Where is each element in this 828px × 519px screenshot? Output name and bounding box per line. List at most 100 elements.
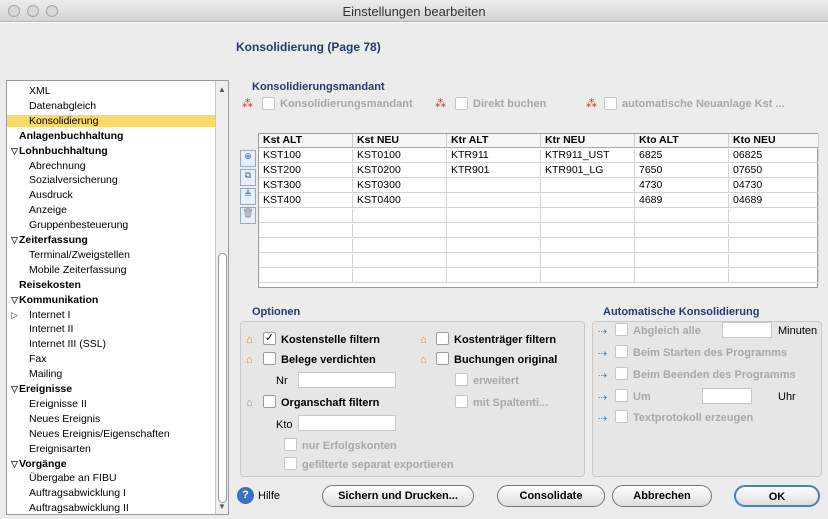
minuten-input[interactable] [722,322,772,338]
disclosure-triangle-icon[interactable]: ▽ [11,234,18,246]
table-cell[interactable] [259,224,353,238]
table-cell[interactable]: KST0100 [353,149,447,163]
organschaft-checkbox[interactable] [263,395,276,408]
table-cell[interactable]: KTR911 [447,149,541,163]
kto-input[interactable] [298,415,396,431]
table-cell[interactable] [541,254,635,268]
help-label[interactable]: Hilfe [258,490,280,502]
sidebar-item-15[interactable]: ▷ Internet I [7,309,216,321]
table-cell[interactable]: 4689 [635,194,729,208]
sidebar-item-4[interactable]: ▽ Lohnbuchhaltung [7,145,216,157]
column-header[interactable]: Kst NEU [353,134,447,148]
table-cell[interactable] [353,239,447,253]
neuanlage-kst-checkbox[interactable] [604,97,617,110]
table-cell[interactable]: KTR911_UST [541,149,635,163]
table-cell[interactable] [353,224,447,238]
sidebar-item-13[interactable]: Reisekosten [7,279,216,291]
table-cell[interactable] [259,209,353,223]
table-cell[interactable]: KST0200 [353,164,447,178]
sidebar-item-27[interactable]: Auftragsabwicklung I [7,487,216,499]
scroll-thumb[interactable] [218,253,227,503]
sidebar-item-1[interactable]: Datenabgleich [7,100,216,112]
table-cell[interactable] [447,224,541,238]
table-cell[interactable] [729,224,819,238]
sidebar-item-3[interactable]: Anlagenbuchhaltung [7,130,216,142]
table-cell[interactable]: KST100 [259,149,353,163]
table-cell[interactable] [541,269,635,283]
table-cell[interactable] [635,224,729,238]
table-cell[interactable]: KST200 [259,164,353,178]
spaltentitel-checkbox[interactable] [455,395,468,408]
help-icon[interactable]: ? [237,487,254,504]
sidebar-scrollbar[interactable]: ▲ ▼ [215,81,228,514]
table-cell[interactable] [541,179,635,193]
starten-checkbox[interactable] [615,345,628,358]
kostentraeger-checkbox[interactable] [436,332,449,345]
table-cell[interactable]: 7650 [635,164,729,178]
sidebar-item-25[interactable]: ▽ Vorgänge [7,458,216,470]
table-cell[interactable] [259,269,353,283]
table-cell[interactable] [729,239,819,253]
gefilterte-checkbox[interactable] [284,457,297,470]
add-row-icon[interactable]: ⊕ [240,150,256,167]
column-header[interactable]: Kst ALT [259,134,353,148]
kostenstelle-checkbox[interactable]: ✓ [263,332,276,345]
disclosure-triangle-icon[interactable]: ▷ [11,309,18,321]
nur-erfolgskonten-checkbox[interactable] [284,438,297,451]
table-cell[interactable]: 6825 [635,149,729,163]
mapping-table[interactable]: Kst ALT Kst NEU Ktr ALT Ktr NEU Kto ALT Kto N… [258,133,819,288]
table-cell[interactable]: 06825 [729,149,819,163]
trash-icon[interactable]: 🗑 [240,207,256,224]
table-cell[interactable] [447,209,541,223]
table-cell[interactable]: 4730 [635,179,729,193]
table-cell[interactable] [353,209,447,223]
sidebar-item-12[interactable]: Mobile Zeiterfassung [7,264,216,276]
table-cell[interactable] [447,239,541,253]
column-header[interactable]: Kto NEU [729,134,819,148]
direkt-buchen-checkbox[interactable] [455,97,468,110]
table-cell[interactable]: KST0400 [353,194,447,208]
belege-checkbox[interactable] [263,352,276,365]
uhrzeit-input[interactable] [702,388,752,404]
disclosure-triangle-icon[interactable]: ▽ [11,458,18,470]
disclosure-triangle-icon[interactable]: ▽ [11,294,18,306]
sidebar-item-8[interactable]: Anzeige [7,204,216,216]
sidebar-item-21[interactable]: Ereignisse II [7,398,216,410]
disclosure-triangle-icon[interactable]: ▽ [11,145,18,157]
sidebar-item-5[interactable]: Abrechnung [7,160,216,172]
table-cell[interactable] [635,269,729,283]
buchungen-checkbox[interactable] [436,352,449,365]
sidebar-item-14[interactable]: ▽ Kommunikation [7,294,216,306]
sidebar-item-7[interactable]: Ausdruck [7,189,216,201]
table-cell[interactable]: KTR901_LG [541,164,635,178]
abgleich-checkbox[interactable] [615,323,628,336]
column-header[interactable]: Ktr NEU [541,134,635,148]
table-cell[interactable] [447,269,541,283]
sidebar-item-23[interactable]: Neues Ereignis/Eigenschaften [7,428,216,440]
table-cell[interactable] [729,254,819,268]
scroll-down-icon[interactable]: ▼ [218,502,226,511]
nr-input[interactable] [298,372,396,388]
beenden-checkbox[interactable] [615,367,628,380]
table-cell[interactable] [635,254,729,268]
settings-tree[interactable]: XML Datenabgleich Konsolidierung Anlagenbuc… [6,80,229,515]
table-cell[interactable] [259,254,353,268]
erweitert-checkbox[interactable] [455,373,468,386]
table-cell[interactable]: KTR901 [447,164,541,178]
save-print-button[interactable]: Sichern und Drucken... [322,485,474,507]
table-cell[interactable] [541,194,635,208]
textprotokoll-checkbox[interactable] [615,410,628,423]
table-cell[interactable] [353,269,447,283]
sort-icon[interactable]: ≜ [240,188,256,205]
sidebar-item-22[interactable]: Neues Ereignis [7,413,216,425]
sidebar-item-20[interactable]: ▽ Ereignisse [7,383,216,395]
table-cell[interactable] [729,209,819,223]
table-cell[interactable]: 07650 [729,164,819,178]
scroll-up-icon[interactable]: ▲ [218,85,226,94]
column-header[interactable]: Ktr ALT [447,134,541,148]
sidebar-item-26[interactable]: Übergabe an FIBU [7,472,216,484]
table-cell[interactable] [259,239,353,253]
table-cell[interactable]: KST400 [259,194,353,208]
sidebar-item-24[interactable]: Ereignisarten [7,443,216,455]
table-cell[interactable] [541,239,635,253]
